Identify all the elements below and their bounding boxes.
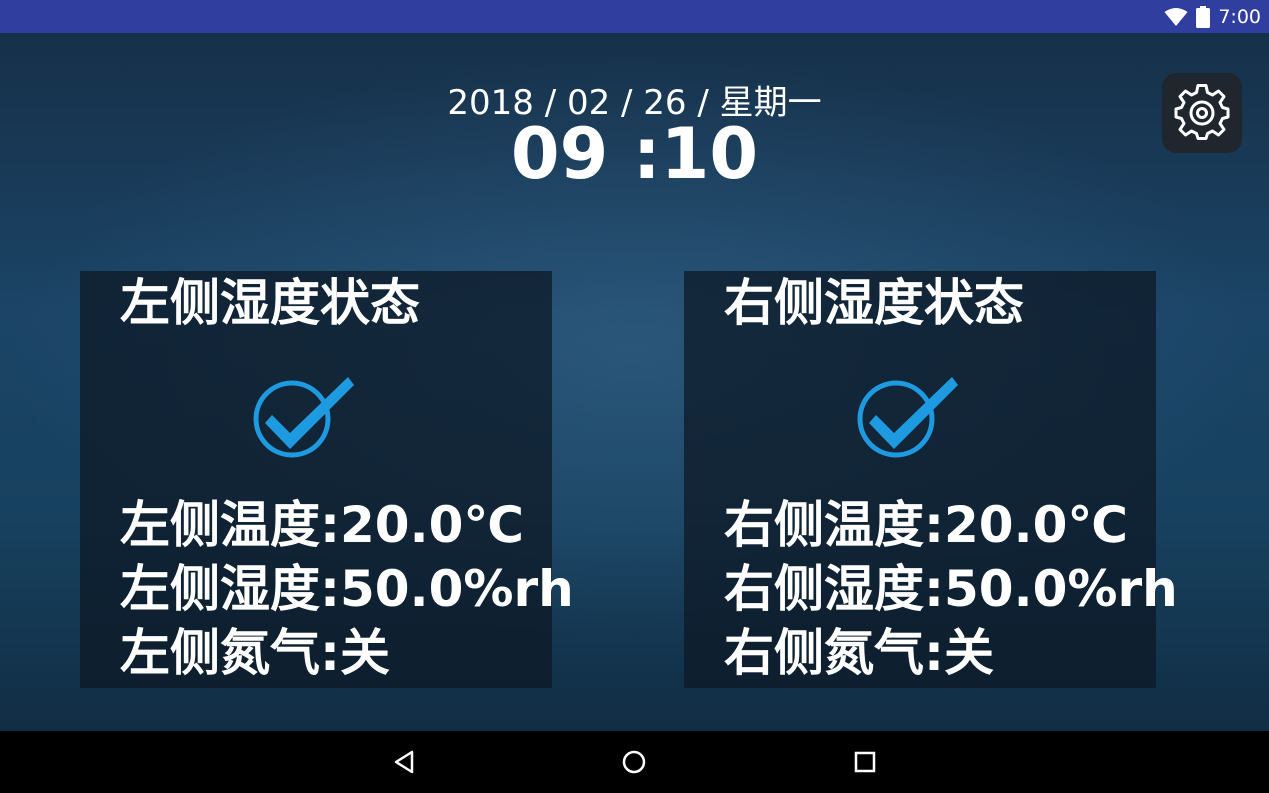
left-panel-title: 左侧湿度状态	[120, 274, 420, 332]
right-readings: 右侧温度:20.0℃ 右侧湿度:50.0%rh 右侧氮气:关	[724, 493, 1178, 685]
status-bar: 7:00	[0, 0, 1269, 33]
clock-time: 09 :10	[510, 113, 759, 195]
left-nitrogen: 左侧氮气:关	[120, 624, 390, 682]
wifi-icon	[1164, 7, 1188, 26]
recent-apps-icon[interactable]	[850, 747, 880, 777]
main-screen: 2018 / 02 / 26 / 星期一 09 :10 左侧湿度状态 左侧温度:…	[0, 33, 1269, 731]
gear-icon	[1174, 84, 1230, 140]
settings-button[interactable]	[1162, 73, 1242, 153]
right-panel-title: 右侧湿度状态	[724, 274, 1024, 332]
battery-icon	[1196, 5, 1211, 28]
left-readings: 左侧温度:20.0℃ 左侧湿度:50.0%rh 左侧氮气:关	[120, 493, 574, 685]
check-circle-icon	[857, 377, 958, 458]
right-temperature: 右侧温度:20.0℃	[724, 496, 1128, 554]
left-humidity-panel: 左侧湿度状态 左侧温度:20.0℃ 左侧湿度:50.0%rh 左侧氮气:关	[80, 271, 574, 688]
right-humidity: 右侧湿度:50.0%rh	[724, 560, 1178, 618]
left-temperature: 左侧温度:20.0℃	[120, 496, 524, 554]
home-icon[interactable]	[619, 747, 649, 777]
check-circle-icon	[253, 377, 354, 458]
right-humidity-panel: 右侧湿度状态 右侧温度:20.0℃ 右侧湿度:50.0%rh 右侧氮气:关	[684, 271, 1178, 688]
back-icon[interactable]	[389, 747, 419, 777]
navigation-bar	[0, 731, 1269, 793]
left-humidity: 左侧湿度:50.0%rh	[120, 560, 574, 618]
right-nitrogen: 右侧氮气:关	[724, 624, 994, 682]
status-time: 7:00	[1218, 5, 1261, 28]
